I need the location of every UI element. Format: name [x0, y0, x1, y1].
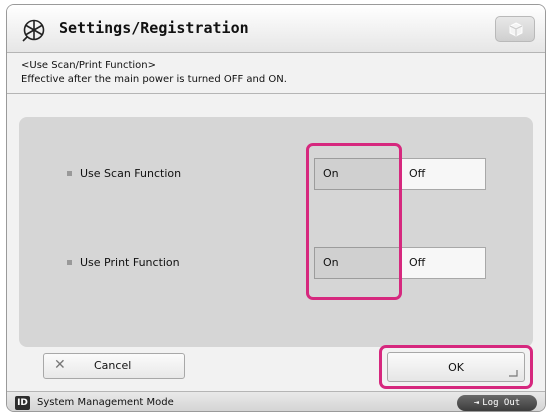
mode-text: System Management Mode: [37, 397, 174, 408]
setting-info: <Use Scan/Print Function> Effective afte…: [21, 59, 533, 87]
bullet-icon: [67, 259, 72, 265]
corner-mark-icon: [509, 370, 518, 377]
print-off-button[interactable]: Off: [400, 247, 486, 279]
divider: [7, 93, 545, 94]
scan-off-button[interactable]: Off: [400, 158, 486, 190]
logout-label: Log Out: [482, 398, 521, 408]
cancel-button[interactable]: ✕ Cancel: [43, 353, 185, 379]
scan-on-button[interactable]: On: [314, 158, 400, 190]
scan-function-label: Use Scan Function: [67, 167, 181, 180]
counter-check-button[interactable]: [495, 16, 535, 42]
settings-star-icon: [22, 19, 45, 42]
settings-panel: Use Scan Function On Off Use Print Funct…: [19, 117, 533, 347]
title-bar: Settings/Registration: [7, 5, 545, 53]
close-icon: ✕: [54, 357, 66, 373]
logout-icon: ⇥: [473, 398, 480, 408]
cube-icon: [509, 22, 523, 37]
print-function-label: Use Print Function: [67, 256, 180, 269]
print-on-button[interactable]: On: [314, 247, 400, 279]
ok-label: OK: [448, 361, 464, 374]
power-note: Effective after the main power is turned…: [21, 74, 287, 85]
bullet-icon: [67, 170, 72, 176]
print-function-text: Use Print Function: [80, 256, 180, 269]
ok-button[interactable]: OK: [387, 352, 525, 382]
scan-function-text: Use Scan Function: [80, 167, 182, 180]
id-icon: ID: [15, 396, 30, 410]
cancel-label: Cancel: [94, 359, 132, 372]
section-name: <Use Scan/Print Function>: [21, 60, 157, 71]
device-screen: Settings/Registration <Use Scan/Print Fu…: [6, 4, 546, 412]
page-title: Settings/Registration: [59, 19, 249, 37]
status-bar: ID System Management Mode ⇥ Log Out: [7, 391, 545, 411]
logout-button[interactable]: ⇥ Log Out: [457, 395, 537, 411]
